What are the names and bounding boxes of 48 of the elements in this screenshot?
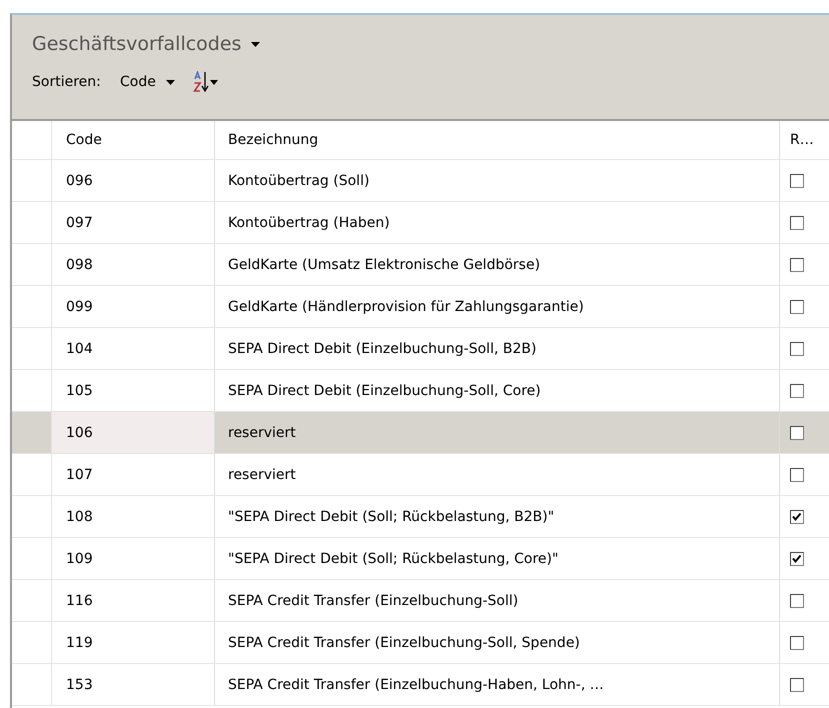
column-header[interactable]: R… xyxy=(780,121,829,159)
checkbox[interactable] xyxy=(790,216,804,230)
table-cell: Kontoübertrag (Soll) xyxy=(215,160,780,201)
table-cell: Kontoübertrag (Haben) xyxy=(215,202,780,243)
page-title[interactable]: Geschäftsvorfallcodes xyxy=(32,33,242,55)
sort-label: Sortieren: xyxy=(32,74,102,90)
table-cell: 107 xyxy=(52,454,215,495)
column-header[interactable]: Code xyxy=(52,121,215,159)
table-cell: 097 xyxy=(52,202,215,243)
checkbox[interactable] xyxy=(790,174,804,188)
table-cell: SEPA Credit Transfer (Einzelbuchung-Soll) xyxy=(215,580,780,621)
table-cell: 153 xyxy=(52,664,215,705)
checkbox[interactable] xyxy=(790,594,804,608)
checkbox[interactable] xyxy=(790,426,804,440)
table-cell: SEPA Direct Debit (Einzelbuchung-Soll, Core) xyxy=(215,370,780,411)
table-cell: 108 xyxy=(52,496,215,537)
table-cell: 096 xyxy=(52,160,215,201)
checkbox[interactable] xyxy=(790,636,804,650)
table-cell: "SEPA Direct Debit (Soll; Rückbelastung, B2B)" xyxy=(215,496,780,537)
table-cell: GeldKarte (Umsatz Elektronische Geldbörse) xyxy=(215,244,780,285)
sort-field-dropdown[interactable]: Code xyxy=(120,74,175,90)
column-header[interactable]: Bezeichnung xyxy=(215,121,780,159)
checkbox[interactable] xyxy=(790,468,804,482)
table-cell: SEPA Credit Transfer (Einzelbuchung-Haben, Lohn-, … xyxy=(215,664,780,705)
table-cell: 116 xyxy=(52,580,215,621)
checkbox[interactable] xyxy=(790,510,804,524)
table-cell: SEPA Direct Debit (Einzelbuchung-Soll, B2B) xyxy=(215,328,780,369)
caret-icon xyxy=(166,80,175,84)
table-cell: 099 xyxy=(52,286,215,327)
table-cell: GeldKarte (Händlerprovision für Zahlungsgarantie) xyxy=(215,286,780,327)
table-cell: 098 xyxy=(52,244,215,285)
table-cell: "SEPA Direct Debit (Soll; Rückbelastung, Core)" xyxy=(215,538,780,579)
sort-ascending-icon[interactable] xyxy=(192,71,219,93)
table-cell: 104 xyxy=(52,328,215,369)
table-cell: SEPA Credit Transfer (Einzelbuchung-Soll, Spende) xyxy=(215,622,780,663)
table-cell: 105 xyxy=(52,370,215,411)
checkbox[interactable] xyxy=(790,384,804,398)
table-cell: reserviert xyxy=(215,454,780,495)
checkbox[interactable] xyxy=(790,300,804,314)
table-cell: 106 xyxy=(52,412,215,453)
checkbox[interactable] xyxy=(790,552,804,566)
checkbox[interactable] xyxy=(790,342,804,356)
table-cell: reserviert xyxy=(215,412,780,453)
checkbox[interactable] xyxy=(790,678,804,692)
caret-icon[interactable] xyxy=(251,42,260,46)
checkbox[interactable] xyxy=(790,258,804,272)
table-cell: 109 xyxy=(52,538,215,579)
table-cell: 119 xyxy=(52,622,215,663)
